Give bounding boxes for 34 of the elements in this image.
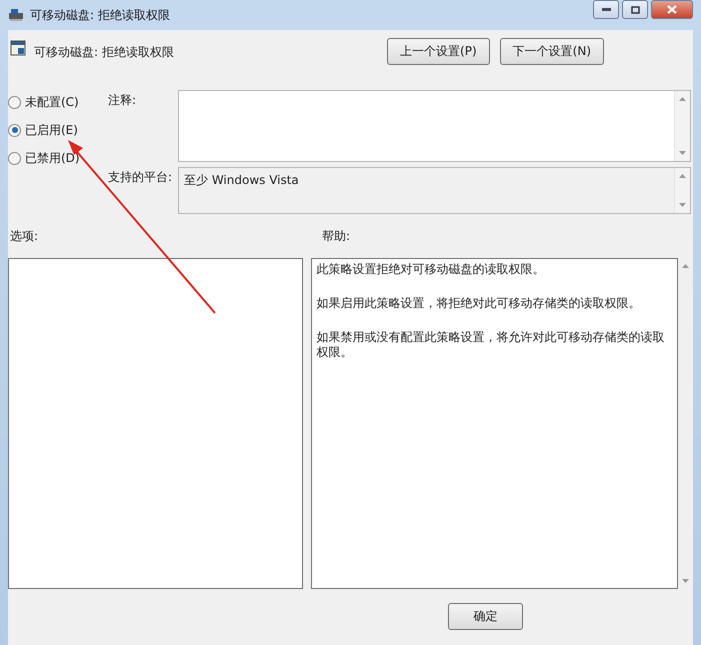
close-icon <box>667 5 677 14</box>
minimize-button[interactable] <box>593 0 619 19</box>
help-paragraph: 如果禁用或没有配置此策略设置，将允许对此可移动存储类的读取权限。 <box>316 330 666 360</box>
comment-label: 注释: <box>108 92 138 109</box>
platform-field: 至少 Windows Vista <box>178 167 691 214</box>
ok-button[interactable]: 确定 <box>448 603 523 630</box>
radio-label: 已禁用(D) <box>25 150 80 166</box>
radio-button[interactable] <box>8 152 21 164</box>
radio-button[interactable] <box>8 124 21 136</box>
policy-icon <box>10 40 26 56</box>
scroll-up-icon[interactable] <box>679 97 686 101</box>
scroll-down-icon[interactable] <box>679 203 686 207</box>
previous-setting-button[interactable]: 上一个设置(P) <box>387 38 490 65</box>
next-setting-button[interactable]: 下一个设置(N) <box>500 38 604 65</box>
policy-title: 可移动磁盘: 拒绝读取权限 <box>34 44 174 61</box>
radio-label: 未配置(C) <box>25 94 79 110</box>
platform-label: 支持的平台: <box>108 169 174 186</box>
help-paragraph: 如果启用此策略设置，将拒绝对此可移动存储类的读取权限。 <box>316 296 642 311</box>
maximize-icon <box>630 6 640 14</box>
scroll-up-icon[interactable] <box>682 264 690 268</box>
comment-field[interactable] <box>178 90 691 162</box>
window-title: 可移动磁盘: 拒绝读取权限 <box>30 6 170 24</box>
radio-button[interactable] <box>8 96 21 108</box>
minimize-icon <box>602 8 610 11</box>
maximize-button[interactable] <box>622 0 648 19</box>
radio-label: 已启用(E) <box>25 122 78 138</box>
help-paragraph: 此策略设置拒绝对可移动磁盘的读取权限。 <box>316 262 546 277</box>
options-label: 选项: <box>9 228 40 245</box>
scroll-down-icon[interactable] <box>682 579 690 583</box>
drive-icon <box>8 8 24 22</box>
scroll-up-icon[interactable] <box>679 174 686 178</box>
scroll-down-icon[interactable] <box>679 151 686 155</box>
close-button[interactable] <box>651 0 693 19</box>
help-label: 帮助: <box>321 228 352 245</box>
